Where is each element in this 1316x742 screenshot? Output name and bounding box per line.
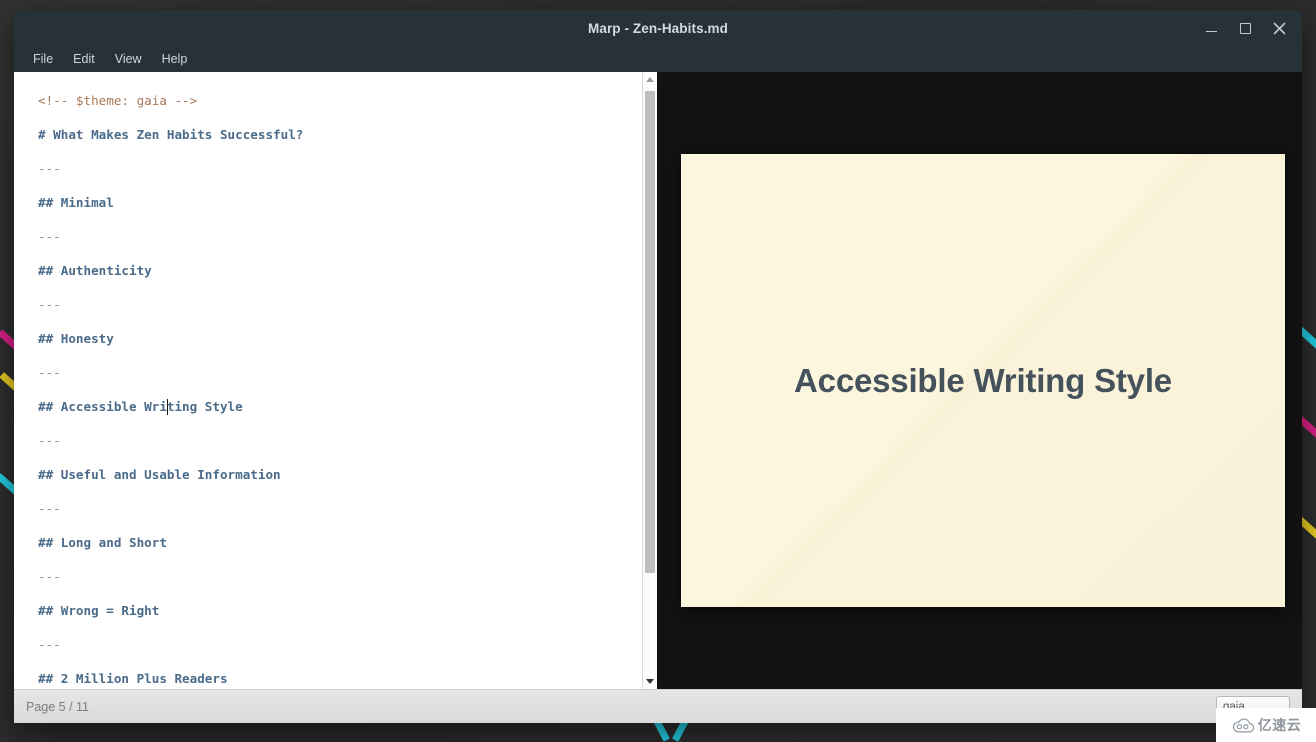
markdown-editor-text[interactable]: <!-- $theme: gaia --> # What Makes Zen Ha… xyxy=(14,72,642,689)
editor-line[interactable]: --- xyxy=(38,628,642,662)
theme-select[interactable]: gaia xyxy=(1216,695,1290,718)
close-icon xyxy=(1273,22,1285,34)
editor-line[interactable]: ## 2 Million Plus Readers xyxy=(38,662,642,689)
editor-line[interactable]: --- xyxy=(38,288,642,322)
menu-item-file[interactable]: File xyxy=(24,49,62,69)
window-body: <!-- $theme: gaia --> # What Makes Zen Ha… xyxy=(14,72,1302,689)
slide-preview-pane: Accessible Writing Style xyxy=(658,72,1302,689)
status-bar: Page 5 / 11 gaia xyxy=(14,689,1302,723)
window-controls xyxy=(1194,10,1296,46)
menu-item-view[interactable]: View xyxy=(106,49,151,69)
editor-line[interactable]: ## Accessible Writing Style xyxy=(38,390,642,424)
maximize-icon xyxy=(1239,22,1251,34)
marp-window: Marp - Zen-Habits.md File Edit View Help… xyxy=(14,10,1302,723)
scrollbar-track[interactable] xyxy=(643,87,657,674)
text-cursor xyxy=(166,399,169,415)
window-title: Marp - Zen-Habits.md xyxy=(587,20,728,36)
editor-line[interactable]: --- xyxy=(38,492,642,526)
scrollbar-thumb[interactable] xyxy=(645,91,655,573)
editor-line[interactable]: ## Honesty xyxy=(38,322,642,356)
editor-line[interactable]: ## Wrong = Right xyxy=(38,594,642,628)
scroll-up-arrow-icon[interactable] xyxy=(643,72,657,87)
slide-canvas[interactable]: Accessible Writing Style xyxy=(681,154,1285,607)
editor-line[interactable]: <!-- $theme: gaia --> xyxy=(38,84,642,118)
desktop: Marp - Zen-Habits.md File Edit View Help… xyxy=(0,0,1316,742)
window-titlebar[interactable]: Marp - Zen-Habits.md xyxy=(14,10,1302,46)
editor-line[interactable]: ## Authenticity xyxy=(38,254,642,288)
close-button[interactable] xyxy=(1262,13,1296,43)
menu-bar: File Edit View Help xyxy=(14,46,1302,72)
markdown-editor-pane[interactable]: <!-- $theme: gaia --> # What Makes Zen Ha… xyxy=(14,72,658,689)
minimize-icon xyxy=(1205,30,1217,33)
editor-line[interactable]: # What Makes Zen Habits Successful? xyxy=(38,118,642,152)
editor-line[interactable]: --- xyxy=(38,560,642,594)
page-indicator: Page 5 / 11 xyxy=(26,699,90,714)
editor-line[interactable]: ## Minimal xyxy=(38,186,642,220)
editor-line[interactable]: --- xyxy=(38,424,642,458)
editor-line[interactable]: --- xyxy=(38,356,642,390)
menu-item-edit[interactable]: Edit xyxy=(64,49,104,69)
slide-heading: Accessible Writing Style xyxy=(794,361,1172,399)
editor-vertical-scrollbar[interactable] xyxy=(642,72,657,689)
editor-line[interactable]: --- xyxy=(38,152,642,186)
editor-line[interactable]: ## Long and Short xyxy=(38,526,642,560)
maximize-button[interactable] xyxy=(1228,13,1262,43)
status-bar-right: gaia xyxy=(1216,695,1290,718)
editor-line[interactable]: --- xyxy=(38,220,642,254)
editor-line[interactable]: ## Useful and Usable Information xyxy=(38,458,642,492)
minimize-button[interactable] xyxy=(1194,13,1228,43)
scroll-down-arrow-icon[interactable] xyxy=(643,674,657,689)
menu-item-help[interactable]: Help xyxy=(153,49,197,69)
